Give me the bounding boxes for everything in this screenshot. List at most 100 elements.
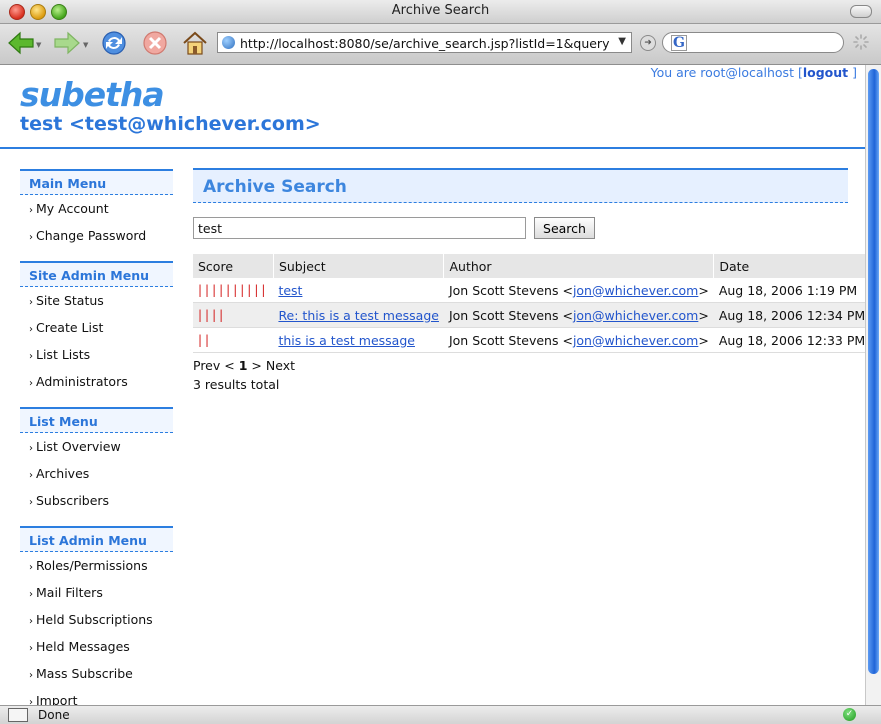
author-email-link[interactable]: jon@whichever.com xyxy=(573,308,698,323)
column-header-date[interactable]: Date xyxy=(713,254,865,278)
sidebar-item-label: Roles/Permissions xyxy=(36,558,148,573)
status-text: Done xyxy=(38,708,70,722)
author-close: > xyxy=(698,307,709,323)
table-header-row: Score Subject Author Date xyxy=(193,254,865,278)
site-globe-icon xyxy=(222,36,235,49)
table-row: || this is a test message Jon Scott Stev… xyxy=(193,327,865,353)
sidebar-item-create-list[interactable]: › Create List xyxy=(20,314,173,341)
login-status-close: ] xyxy=(852,65,857,80)
pager-next[interactable]: Next xyxy=(266,358,295,373)
score-bars: |||| xyxy=(193,302,274,328)
go-button[interactable]: ➜ xyxy=(640,35,656,51)
list-admin-menu-heading: List Admin Menu xyxy=(20,526,173,552)
table-row: |||| Re: this is a test message Jon Scot… xyxy=(193,302,865,328)
message-date: Aug 18, 2006 12:34 PM xyxy=(713,302,865,328)
subject-link[interactable]: Re: this is a test message xyxy=(278,308,439,323)
list-menu-heading: List Menu xyxy=(20,407,173,433)
sidebar-item-label: List Overview xyxy=(36,439,121,454)
sidebar-item-roles-permissions[interactable]: › Roles/Permissions xyxy=(20,552,173,579)
sidebar-item-held-subscriptions[interactable]: › Held Subscriptions xyxy=(20,606,173,633)
results-total: 3 results total xyxy=(193,377,280,392)
score-bars: |||||||||| xyxy=(193,278,274,303)
browser-toolbar: ▼ ▼ http://localhost:8080/se/archive_sea… xyxy=(0,24,881,65)
search-input[interactable] xyxy=(193,217,526,239)
search-form: Search xyxy=(193,203,848,243)
sidebar-item-administrators[interactable]: › Administrators xyxy=(20,368,173,395)
column-header-author[interactable]: Author xyxy=(443,254,715,278)
logout-link[interactable]: logout xyxy=(803,65,848,80)
sidebar-item-label: Create List xyxy=(36,320,104,335)
author-close: > xyxy=(698,332,709,348)
status-bar: Done ✓ xyxy=(0,705,881,724)
message-date: Aug 18, 2006 12:33 PM xyxy=(713,327,865,353)
pager-prev[interactable]: Prev xyxy=(193,358,220,373)
login-status: You are root@localhost [logout ] xyxy=(651,65,857,80)
sidebar-item-mass-subscribe[interactable]: › Mass Subscribe xyxy=(20,660,173,687)
security-ok-icon: ✓ xyxy=(843,708,856,721)
sidebar-item-change-password[interactable]: › Change Password xyxy=(20,222,173,249)
vertical-scrollbar[interactable] xyxy=(865,65,881,705)
sidebar-item-list-lists[interactable]: › List Lists xyxy=(20,341,173,368)
pager-gt: > xyxy=(251,358,262,373)
forward-history-dropdown-icon[interactable]: ▼ xyxy=(83,41,88,49)
sidebar-item-my-account[interactable]: › My Account xyxy=(20,195,173,222)
subetha-logo: subetha xyxy=(20,75,165,114)
back-history-dropdown-icon[interactable]: ▼ xyxy=(36,41,41,49)
author-email-link[interactable]: jon@whichever.com xyxy=(573,283,698,298)
activity-spinner-icon xyxy=(853,34,869,50)
sidebar-item-label: Import xyxy=(36,693,78,705)
page-title: Archive Search xyxy=(193,168,848,203)
sidebar-item-label: List Lists xyxy=(36,347,91,362)
login-status-text: You are root@localhost [ xyxy=(650,65,803,80)
sidebar-item-label: Change Password xyxy=(36,228,147,243)
status-page-icon xyxy=(8,708,28,722)
sidebar-item-label: Held Messages xyxy=(36,639,130,654)
pager-lt: < xyxy=(224,358,235,373)
toolbar-toggle-button[interactable] xyxy=(850,5,872,18)
author-name: Jon Scott Stevens < xyxy=(448,332,573,348)
sidebar-item-site-status[interactable]: › Site Status xyxy=(20,287,173,314)
pager-current-page: 1 xyxy=(238,358,248,373)
sidebar: Main Menu › My Account › Change Password S… xyxy=(20,169,173,705)
reload-icon[interactable] xyxy=(99,28,129,58)
author-email-link[interactable]: jon@whichever.com xyxy=(573,333,698,348)
pagination: Prev < 1 > Next xyxy=(193,358,295,373)
sidebar-item-label: Held Subscriptions xyxy=(36,612,153,627)
sidebar-item-label: Archives xyxy=(36,466,90,481)
sidebar-item-label: Mass Subscribe xyxy=(36,666,133,681)
sidebar-item-mail-filters[interactable]: › Mail Filters xyxy=(20,579,173,606)
forward-arrow-icon[interactable] xyxy=(52,28,82,58)
back-arrow-icon[interactable] xyxy=(6,28,36,58)
address-url[interactable]: http://localhost:8080/se/archive_search.… xyxy=(240,36,610,51)
sidebar-item-list-overview[interactable]: › List Overview xyxy=(20,433,173,460)
subject-link[interactable]: this is a test message xyxy=(278,333,415,348)
sidebar-item-subscribers[interactable]: › Subscribers xyxy=(20,487,173,514)
results-table: Score Subject Author Date |||||||||| tes… xyxy=(193,254,865,353)
column-header-subject[interactable]: Subject xyxy=(273,254,445,278)
address-bar[interactable]: http://localhost:8080/se/archive_search.… xyxy=(217,32,632,53)
sidebar-item-archives[interactable]: › Archives xyxy=(20,460,173,487)
author-name: Jon Scott Stevens < xyxy=(448,307,573,323)
home-icon[interactable] xyxy=(180,28,210,58)
sidebar-item-held-messages[interactable]: › Held Messages xyxy=(20,633,173,660)
author-close: > xyxy=(698,282,709,298)
score-bars: || xyxy=(193,327,274,353)
message-date: Aug 18, 2006 1:19 PM xyxy=(713,278,865,303)
sidebar-item-label: Subscribers xyxy=(36,493,110,508)
main-menu-heading: Main Menu xyxy=(20,169,173,195)
sidebar-item-label: Administrators xyxy=(36,374,128,389)
author-name: Jon Scott Stevens < xyxy=(448,282,573,298)
search-button[interactable]: Search xyxy=(534,217,595,239)
web-search-field[interactable]: G xyxy=(662,32,844,53)
column-header-score[interactable]: Score xyxy=(193,254,274,278)
list-title: test <test@whichever.com> xyxy=(20,113,321,135)
url-history-dropdown-icon[interactable]: ▼ xyxy=(618,36,626,47)
stop-icon[interactable] xyxy=(140,28,170,58)
table-row: |||||||||| test Jon Scott Stevens <jon@w… xyxy=(193,278,865,303)
site-admin-menu-heading: Site Admin Menu xyxy=(20,261,173,287)
scrollbar-thumb[interactable] xyxy=(868,69,879,674)
google-search-engine-icon[interactable]: G xyxy=(671,35,687,51)
subject-link[interactable]: test xyxy=(278,283,302,298)
sidebar-item-import[interactable]: › Import xyxy=(20,687,173,705)
page-content: subetha test <test@whichever.com> You ar… xyxy=(0,65,865,705)
